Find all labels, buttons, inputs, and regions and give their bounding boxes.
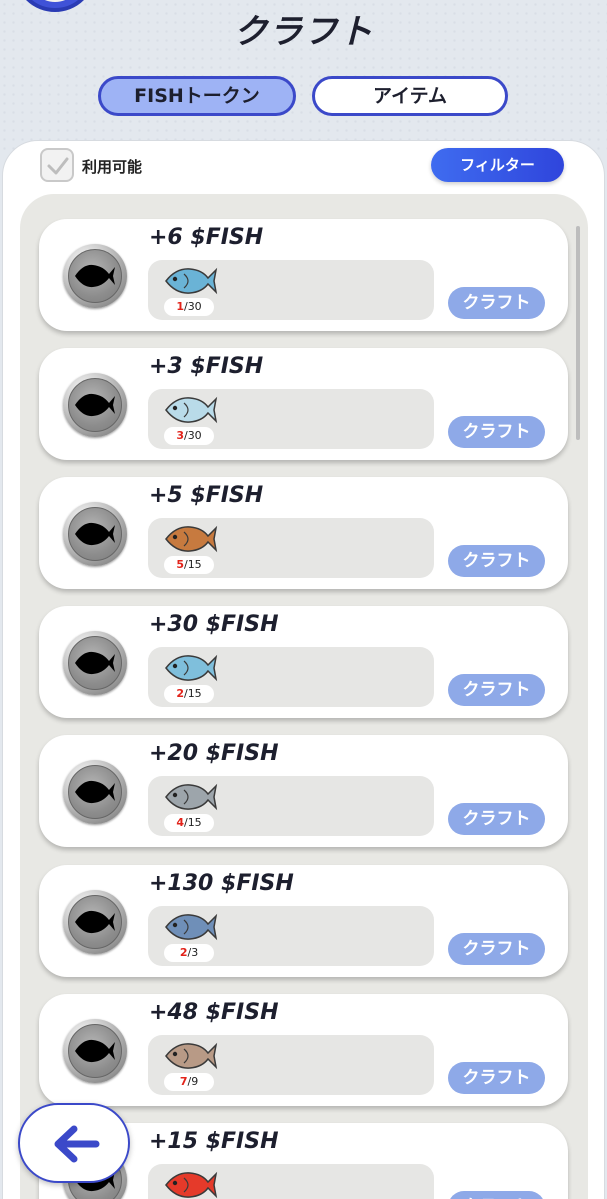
flounder-icon bbox=[165, 525, 218, 553]
reward-amount: +130 $FISH bbox=[149, 871, 294, 896]
recipe-card: +48 $FISH 7/9 クラフト bbox=[39, 994, 568, 1106]
back-button[interactable] bbox=[18, 1103, 130, 1183]
fish-token-coin-icon bbox=[63, 1019, 127, 1083]
reward-amount: +5 $FISH bbox=[149, 483, 264, 508]
yellowtail-icon bbox=[165, 654, 218, 682]
reward-amount: +30 $FISH bbox=[149, 612, 279, 637]
ingredient-count: 5/15 bbox=[164, 556, 214, 574]
salmon-icon bbox=[165, 1042, 218, 1070]
craft-button[interactable]: クラフト bbox=[448, 803, 545, 835]
craft-button[interactable]: クラフト bbox=[448, 933, 545, 965]
fish-token-coin-icon bbox=[63, 760, 127, 824]
ingredient-slot: 7/9 bbox=[148, 1035, 434, 1095]
ingredient-count: 2/3 bbox=[164, 944, 214, 962]
ingredient-count: 2/15 bbox=[164, 685, 214, 703]
ingredient-slot: 1/30 bbox=[148, 260, 434, 320]
ingredient-count: 7/9 bbox=[164, 1073, 214, 1091]
craft-button[interactable]: クラフト bbox=[448, 545, 545, 577]
ingredient-count: 4/15 bbox=[164, 814, 214, 832]
mullet-icon bbox=[165, 783, 218, 811]
available-checkbox[interactable] bbox=[40, 148, 74, 182]
craft-button[interactable]: クラフト bbox=[448, 1062, 545, 1094]
filter-button[interactable]: フィルター bbox=[431, 148, 564, 182]
ingredient-slot: 2/15 bbox=[148, 647, 434, 707]
reward-amount: +6 $FISH bbox=[149, 225, 264, 250]
craft-button[interactable]: クラフト bbox=[448, 1191, 545, 1199]
tab-items[interactable]: アイテム bbox=[312, 76, 508, 116]
red-snapper-icon bbox=[165, 1171, 218, 1199]
available-label: 利用可能 bbox=[82, 158, 143, 176]
tab-bar: FISHトークン アイテム bbox=[98, 76, 508, 118]
recipe-card: +6 $FISH 1/30 クラフト bbox=[39, 219, 568, 331]
fish-token-coin-icon bbox=[63, 502, 127, 566]
arrow-left-icon bbox=[54, 1125, 100, 1163]
craft-button[interactable]: クラフト bbox=[448, 416, 545, 448]
recipe-card: +130 $FISH 2/3 クラフト bbox=[39, 865, 568, 977]
reward-amount: +48 $FISH bbox=[149, 1000, 279, 1025]
craft-button[interactable]: クラフト bbox=[448, 674, 545, 706]
fish-token-coin-icon bbox=[63, 244, 127, 308]
ingredient-slot bbox=[148, 1164, 434, 1199]
ingredient-slot: 4/15 bbox=[148, 776, 434, 836]
ingredient-slot: 3/30 bbox=[148, 389, 434, 449]
ingredient-count: 3/30 bbox=[164, 427, 214, 445]
fish-token-coin-icon bbox=[63, 890, 127, 954]
ingredient-count: 1/30 bbox=[164, 298, 214, 316]
recipe-card: +3 $FISH 3/30 クラフト bbox=[39, 348, 568, 460]
check-icon bbox=[47, 157, 69, 175]
recipe-card: +20 $FISH 4/15 クラフト bbox=[39, 735, 568, 847]
recipe-card: +5 $FISH 5/15 クラフト bbox=[39, 477, 568, 589]
craft-button[interactable]: クラフト bbox=[448, 287, 545, 319]
reward-amount: +15 $FISH bbox=[149, 1129, 279, 1154]
reward-amount: +20 $FISH bbox=[149, 741, 279, 766]
horse-mackerel-icon bbox=[165, 396, 218, 424]
fish-token-coin-icon bbox=[63, 631, 127, 695]
scrollbar[interactable] bbox=[576, 226, 580, 440]
mackerel-icon bbox=[165, 267, 218, 295]
page-title: クラフト bbox=[233, 12, 374, 52]
ingredient-slot: 2/3 bbox=[148, 906, 434, 966]
ingredient-slot: 5/15 bbox=[148, 518, 434, 578]
tuna-icon bbox=[165, 913, 218, 941]
reward-amount: +3 $FISH bbox=[149, 354, 264, 379]
fish-token-coin-icon bbox=[63, 373, 127, 437]
tab-fish-token[interactable]: FISHトークン bbox=[98, 76, 296, 116]
recipe-card: +30 $FISH 2/15 クラフト bbox=[39, 606, 568, 718]
